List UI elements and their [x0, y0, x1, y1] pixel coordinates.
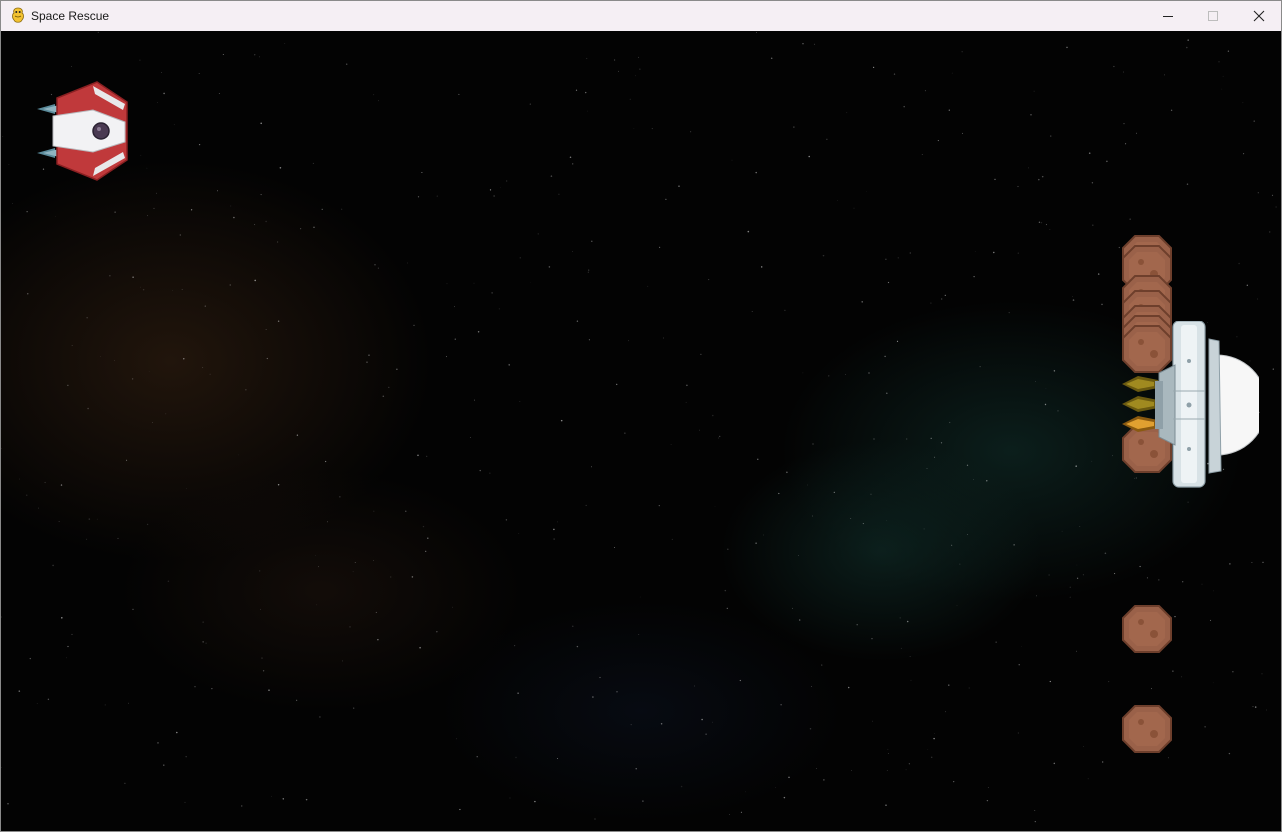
player-ship: [37, 81, 128, 181]
close-icon: [1253, 10, 1265, 22]
title-bar[interactable]: Space Rescue: [1, 1, 1281, 31]
minimize-icon: [1163, 16, 1173, 17]
minimize-button[interactable]: [1145, 1, 1191, 31]
asteroid: [1121, 604, 1173, 659]
maximize-button[interactable]: [1190, 1, 1236, 31]
window-title: Space Rescue: [31, 9, 110, 23]
asteroid: [1121, 704, 1173, 759]
enemy-ship: [1155, 321, 1259, 488]
game-window: Space Rescue: [0, 0, 1282, 832]
close-button[interactable]: [1236, 1, 1281, 31]
game-canvas[interactable]: [1, 31, 1281, 831]
pygame-snake-icon: [12, 7, 24, 23]
space-background: [1, 31, 1281, 831]
maximize-icon: [1208, 11, 1218, 21]
